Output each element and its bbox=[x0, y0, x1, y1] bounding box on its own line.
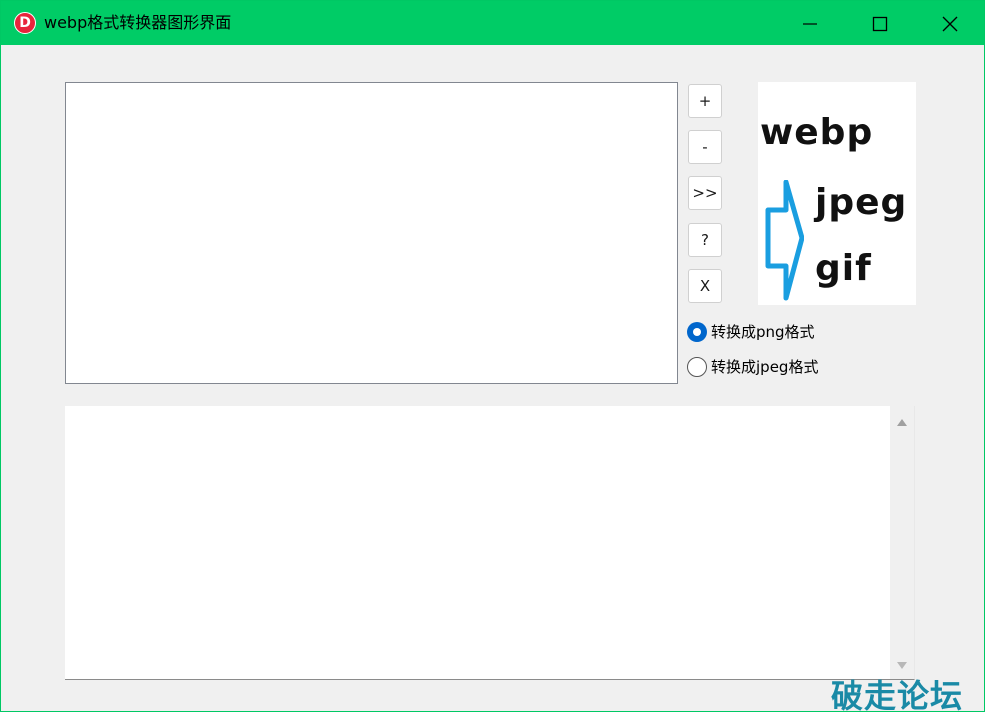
close-button[interactable] bbox=[914, 1, 984, 45]
right-arrow-icon bbox=[765, 180, 804, 301]
logo-word-jpeg: jpeg bbox=[815, 182, 908, 223]
maximize-button[interactable] bbox=[844, 1, 914, 45]
minimize-icon bbox=[803, 23, 817, 25]
radio-png-selected-icon[interactable] bbox=[687, 322, 707, 342]
radio-jpeg-unselected-icon[interactable] bbox=[687, 357, 707, 377]
watermark-text: 破走论坛 bbox=[831, 677, 964, 712]
title-bar[interactable]: D webp格式转换器图形界面 bbox=[1, 1, 984, 45]
maximize-icon bbox=[872, 16, 888, 32]
close-icon bbox=[942, 16, 958, 32]
radio-png-label[interactable]: 转换成png格式 bbox=[711, 321, 815, 343]
file-list[interactable] bbox=[65, 82, 678, 384]
radio-jpeg-label[interactable]: 转换成jpeg格式 bbox=[711, 356, 818, 378]
convert-button[interactable]: >> bbox=[688, 176, 722, 210]
logo-word-webp: webp bbox=[760, 112, 874, 153]
app-window: D webp格式转换器图形界面 + - >> ? X webp jpeg gif… bbox=[0, 0, 985, 712]
exit-button[interactable]: X bbox=[688, 269, 722, 303]
help-button[interactable]: ? bbox=[688, 223, 722, 257]
log-scrollbar[interactable] bbox=[890, 406, 914, 679]
add-file-button[interactable]: + bbox=[688, 84, 722, 118]
window-title: webp格式转换器图形界面 bbox=[44, 13, 232, 32]
scroll-up-button[interactable] bbox=[890, 412, 914, 432]
log-output[interactable] bbox=[65, 406, 915, 680]
remove-file-button[interactable]: - bbox=[688, 130, 722, 164]
minimize-button[interactable] bbox=[774, 1, 844, 45]
app-logo-icon: D bbox=[14, 12, 36, 34]
logo-word-gif: gif bbox=[815, 248, 872, 289]
format-logo: webp jpeg gif bbox=[758, 82, 916, 305]
scroll-down-arrow-icon bbox=[897, 662, 907, 669]
scroll-up-arrow-icon bbox=[897, 419, 907, 426]
